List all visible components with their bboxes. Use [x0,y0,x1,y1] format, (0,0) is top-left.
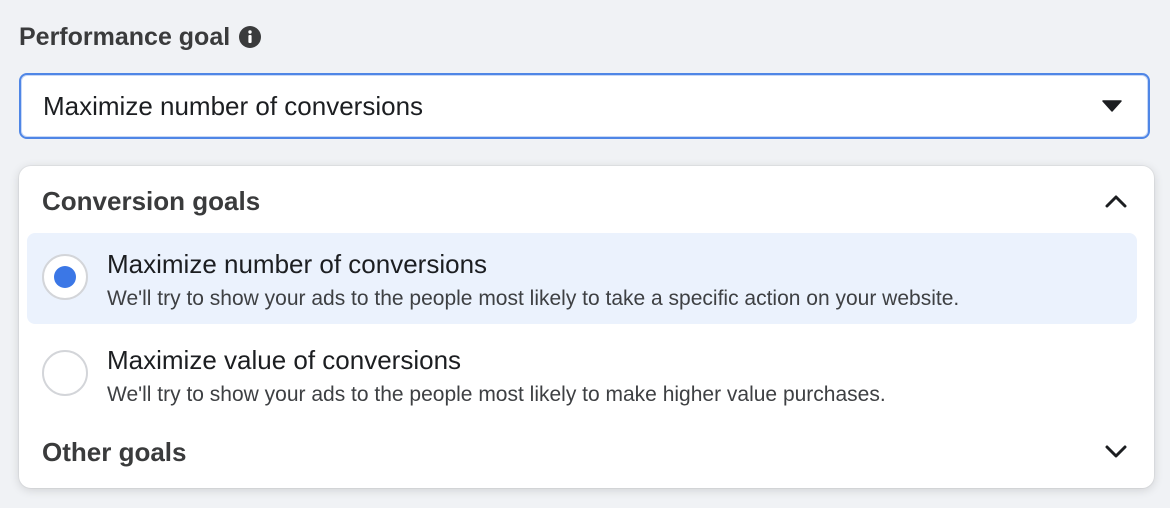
performance-goal-dropdown[interactable]: Maximize number of conversions [19,73,1150,139]
goal-options-menu: Conversion goals Maximize number of conv… [19,166,1154,488]
page-title: Performance goal [19,22,231,51]
radio-dot [54,266,76,288]
section-label: Conversion goals [42,185,261,216]
performance-goal-header: Performance goal [19,19,262,55]
section-label: Other goals [42,436,187,467]
radio-button[interactable] [42,350,88,396]
option-description: We'll try to show your ads to the people… [107,287,960,310]
radio-button-selected[interactable] [42,254,88,300]
section-header-other-goals[interactable]: Other goals [19,427,1154,477]
option-title: Maximize value of conversions [107,345,462,375]
section-header-conversion-goals[interactable]: Conversion goals [19,176,1154,226]
chevron-down-icon [1105,445,1127,459]
option-title: Maximize number of conversions [107,249,488,279]
option-maximize-number-of-conversions[interactable]: Maximize number of conversions We'll try… [27,233,1137,324]
info-icon[interactable] [238,25,262,49]
option-description: We'll try to show your ads to the people… [107,383,886,406]
chevron-up-icon [1105,194,1127,208]
dropdown-selected-value: Maximize number of conversions [43,90,424,121]
caret-down-icon [1102,100,1122,112]
option-maximize-value-of-conversions[interactable]: Maximize value of conversions We'll try … [27,329,1137,420]
